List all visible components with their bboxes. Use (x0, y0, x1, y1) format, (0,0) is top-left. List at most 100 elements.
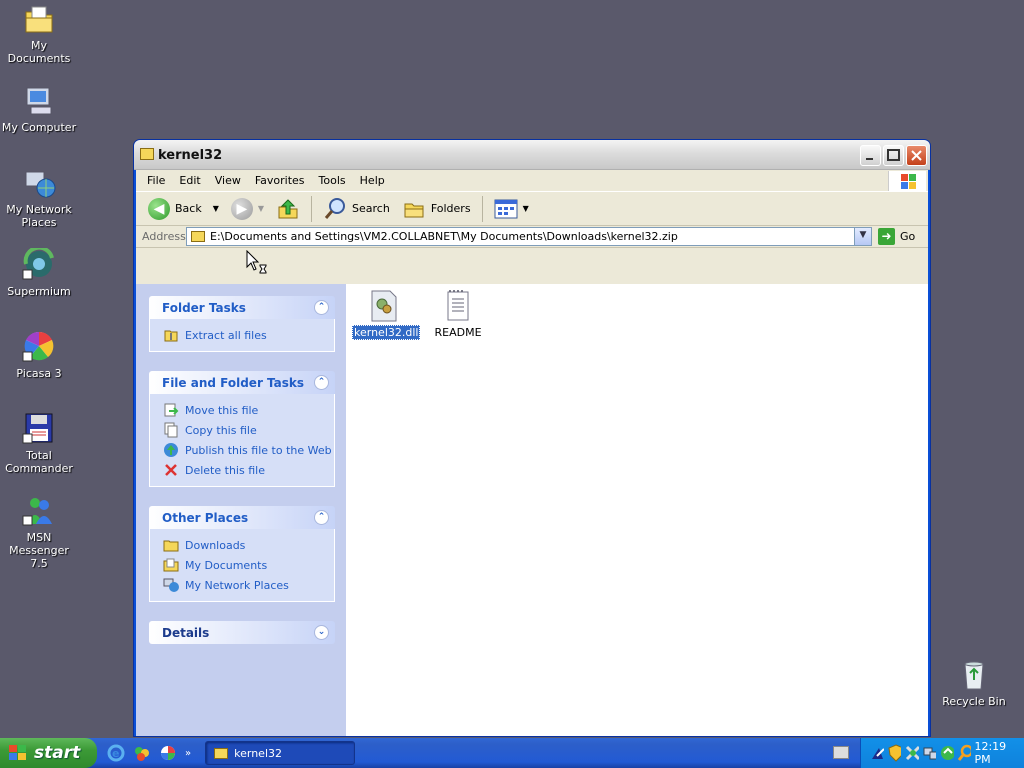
tray-arrow-icon[interactable] (869, 744, 884, 762)
file-item-readme[interactable]: README (426, 290, 490, 339)
folders-button[interactable]: Folders (398, 195, 475, 223)
copy-file-icon (163, 422, 179, 438)
windows-logo-icon (9, 745, 26, 760)
place-label: Downloads (185, 538, 246, 552)
system-tray: 12:19 PM (860, 738, 1024, 768)
task-move-file[interactable]: Move this file (163, 400, 334, 420)
back-button[interactable]: ◀ Back ▼ (144, 195, 223, 223)
quick-launch-app-icon[interactable] (133, 744, 151, 762)
desktop-icon-label: Total Commander (5, 449, 73, 475)
desktop-icon-supermium[interactable]: Supermium (0, 245, 78, 298)
svg-text:e: e (112, 747, 119, 760)
task-label: Extract all files (185, 328, 267, 342)
task-extract-all-files[interactable]: Extract all files (163, 325, 334, 345)
start-label: start (34, 743, 81, 763)
collapse-chevron-icon[interactable]: ⌃ (314, 510, 329, 525)
file-list-area[interactable]: kernel32.dll README (346, 284, 928, 736)
address-dropdown-button[interactable]: ▼ (854, 228, 871, 245)
file-folder-tasks-title: File and Folder Tasks (162, 375, 305, 390)
keyboard-language-icon[interactable] (833, 746, 849, 759)
window-title: kernel32 (158, 148, 223, 163)
details-panel: Details ⌄ (149, 621, 335, 644)
task-pane: Folder Tasks ⌃ Extract all files File an… (136, 284, 346, 736)
task-label: Publish this file to the Web (185, 443, 332, 457)
zip-folder-icon (140, 148, 154, 160)
picasa-icon (22, 330, 56, 364)
desktop-icon-network-places[interactable]: My Network Places (0, 166, 78, 229)
back-label: Back (175, 202, 202, 215)
place-my-documents[interactable]: My Documents (163, 555, 334, 575)
address-input[interactable]: E:\Documents and Settings\VM2.COLLABNET\… (186, 227, 872, 246)
tray-search-icon[interactable] (957, 744, 972, 762)
quick-launch-overflow-icon[interactable]: » (185, 748, 191, 759)
task-label: Delete this file (185, 463, 265, 477)
my-documents-icon (163, 557, 179, 573)
floppy-disk-icon (22, 412, 56, 446)
desktop-icon-label: Supermium (7, 285, 71, 298)
expand-chevron-icon[interactable]: ⌄ (314, 625, 329, 640)
desktop-icon-label: My Network Places (6, 203, 72, 229)
file-item-kernel32-dll[interactable]: kernel32.dll (352, 290, 421, 340)
folder-tasks-header[interactable]: Folder Tasks ⌃ (149, 296, 335, 319)
msn-buddies-icon (22, 494, 56, 528)
minimize-button[interactable] (860, 145, 881, 166)
title-bar[interactable]: kernel32 (134, 140, 930, 170)
desktop-icon-my-documents[interactable]: My Documents (0, 2, 78, 65)
search-label: Search (352, 202, 390, 215)
desktop-icon-label: MSN Messenger 7.5 (9, 531, 69, 570)
clock[interactable]: 12:19 PM (974, 740, 1016, 766)
other-places-header[interactable]: Other Places ⌃ (149, 506, 335, 529)
views-button[interactable]: ▼ (490, 195, 533, 223)
task-label: Copy this file (185, 423, 257, 437)
up-folder-button[interactable] (272, 195, 304, 223)
file-name-label: README (434, 326, 482, 339)
security-shield-icon[interactable] (887, 744, 902, 762)
forward-dropdown-icon[interactable]: ▼ (258, 204, 264, 213)
back-dropdown-icon[interactable]: ▼ (213, 204, 219, 213)
go-button[interactable]: ➜ Go (878, 228, 915, 245)
collapse-chevron-icon[interactable]: ⌃ (314, 375, 329, 390)
picasa-icon[interactable] (159, 744, 177, 762)
maximize-button[interactable] (883, 145, 904, 166)
desktop-icon-msn-messenger[interactable]: MSN Messenger 7.5 (0, 494, 78, 570)
internet-explorer-icon[interactable]: e (107, 744, 125, 762)
collapse-chevron-icon[interactable]: ⌃ (314, 300, 329, 315)
place-label: My Network Places (185, 578, 289, 592)
menu-help[interactable]: Help (353, 174, 392, 187)
desktop-icon-recycle-bin[interactable]: Recycle Bin (935, 658, 1013, 708)
mouse-cursor-icon (246, 250, 267, 274)
desktop-icon-total-commander[interactable]: Total Commander (0, 412, 78, 475)
desktop-icon-picasa[interactable]: Picasa 3 (0, 330, 78, 380)
details-header[interactable]: Details ⌄ (149, 621, 335, 644)
taskbar-item-label: kernel32 (234, 746, 282, 760)
explorer-window: kernel32 File Edit View Favorites Tools … (133, 139, 931, 737)
views-icon (494, 199, 518, 218)
start-button[interactable]: start (0, 738, 97, 768)
close-button[interactable] (906, 145, 927, 166)
quick-launch: e » (107, 744, 191, 762)
task-delete-file[interactable]: Delete this file (163, 460, 334, 480)
forward-arrow-icon: ▶ (230, 197, 253, 220)
desktop-icon-label: Picasa 3 (16, 367, 62, 380)
menu-edit[interactable]: Edit (172, 174, 207, 187)
search-button[interactable]: Search (319, 195, 394, 223)
menu-view[interactable]: View (208, 174, 248, 187)
address-label: Address (142, 230, 186, 243)
delete-x-icon (163, 462, 179, 478)
forward-button[interactable]: ▶ ▼ (227, 195, 268, 223)
address-value: E:\Documents and Settings\VM2.COLLABNET\… (210, 230, 678, 243)
file-folder-tasks-panel: File and Folder Tasks ⌃ Move this file C… (149, 371, 335, 487)
network-connection-icon[interactable] (922, 744, 937, 762)
menu-tools[interactable]: Tools (312, 174, 353, 187)
taskbar-item-kernel32[interactable]: kernel32 (205, 741, 356, 765)
menu-favorites[interactable]: Favorites (248, 174, 312, 187)
task-copy-file[interactable]: Copy this file (163, 420, 334, 440)
tray-update-icon[interactable] (939, 744, 954, 762)
file-folder-tasks-header[interactable]: File and Folder Tasks ⌃ (149, 371, 335, 394)
place-downloads[interactable]: Downloads (163, 535, 334, 555)
tray-tools-icon[interactable] (904, 744, 919, 762)
task-publish-web[interactable]: Publish this file to the Web (163, 440, 334, 460)
desktop-icon-my-computer[interactable]: My Computer (0, 84, 78, 134)
place-my-network-places[interactable]: My Network Places (163, 575, 334, 595)
menu-file[interactable]: File (140, 174, 172, 187)
